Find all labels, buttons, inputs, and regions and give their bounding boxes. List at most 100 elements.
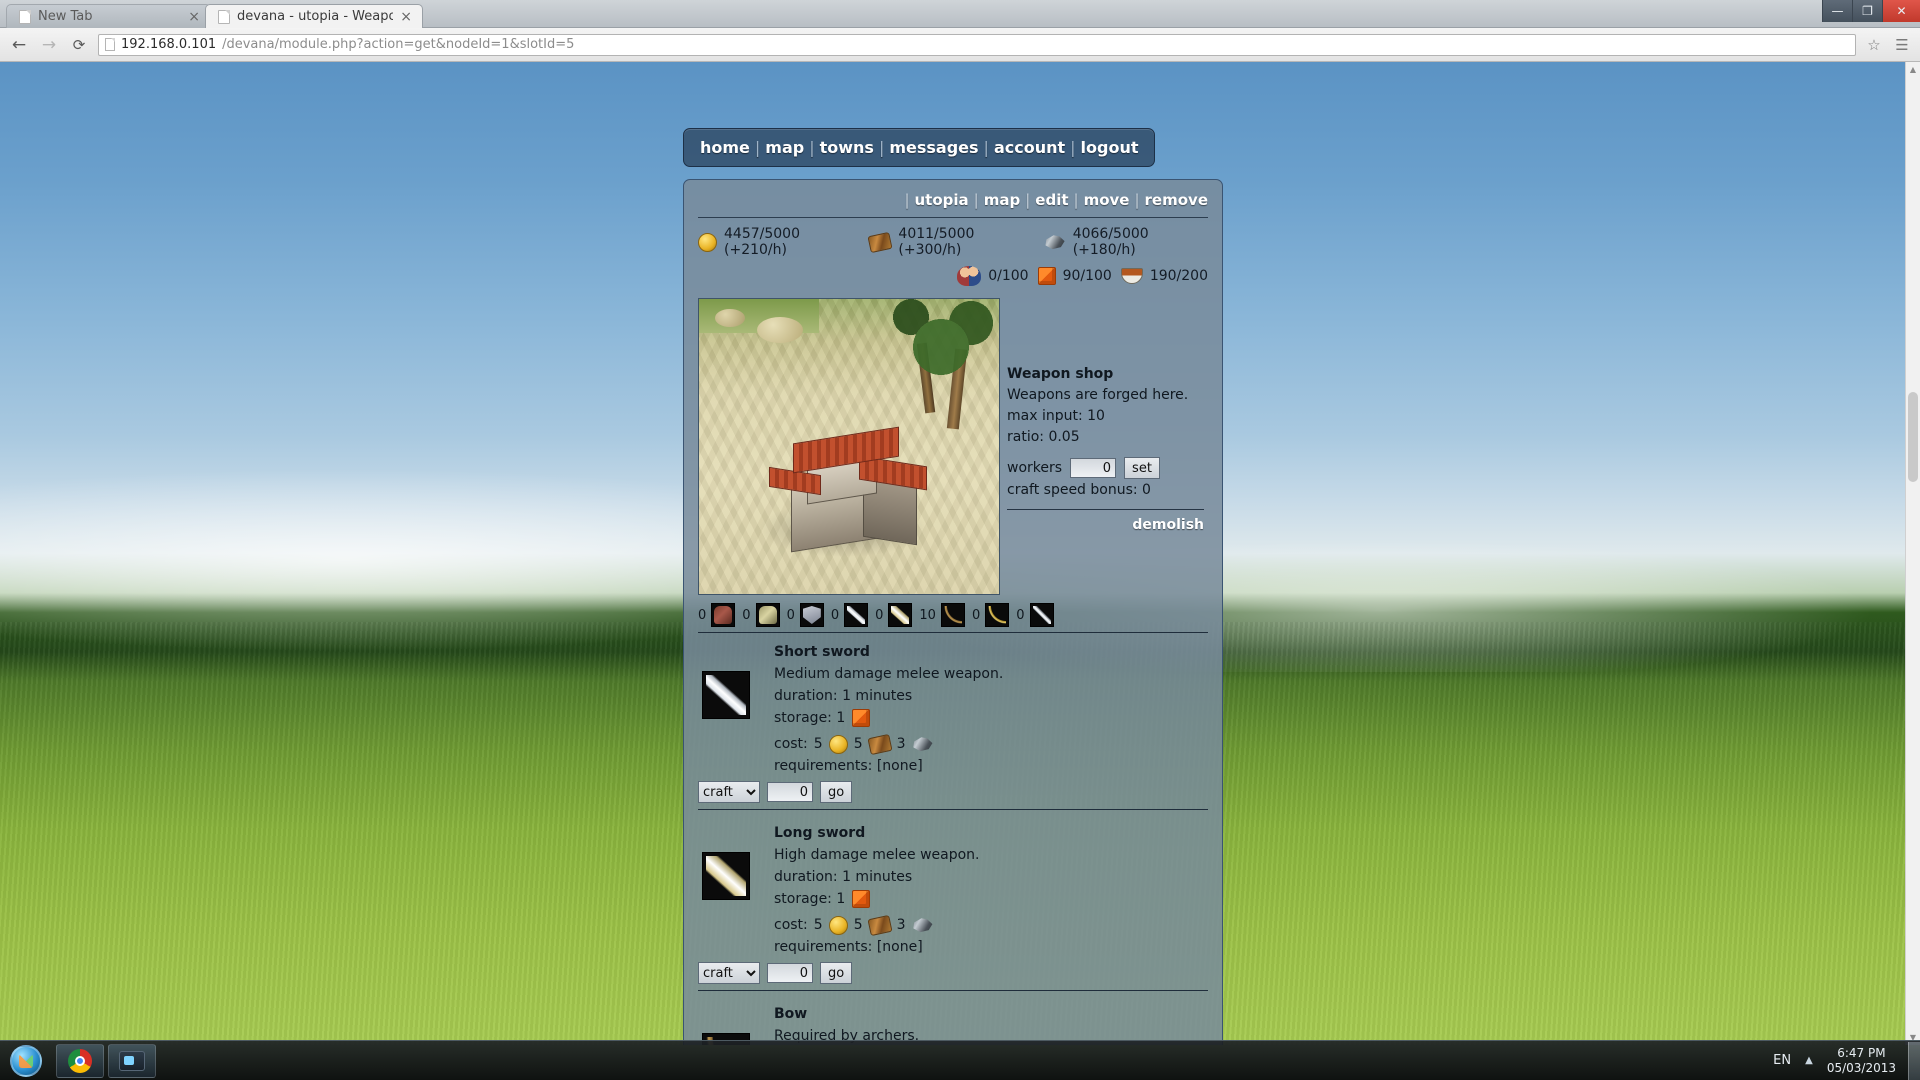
language-indicator[interactable]: EN [1773,1053,1791,1068]
workers-input[interactable] [1070,458,1117,478]
page-scrollbar[interactable]: ▲ ▼ [1905,62,1920,1045]
tab-close-icon[interactable]: × [188,10,200,24]
address-host: 192.168.0.101 [121,37,217,52]
craft-action-select[interactable]: craft [698,962,760,984]
spear-icon[interactable] [1029,603,1054,627]
nav-link-home[interactable]: home [700,138,750,157]
short-sword-icon[interactable] [844,603,869,627]
craft-item-card: Long sword High damage melee weapon. dur… [698,814,1208,995]
item-storage: storage: 1 [774,707,1208,729]
cost-wood-amount: 5 [853,736,863,752]
item-controls: craft go [698,958,1208,984]
short-sword-icon [702,671,750,719]
shield-icon[interactable] [799,603,824,627]
card-divider [698,809,1208,810]
menu-icon[interactable]: ☰ [1892,35,1912,55]
item-duration: duration: 1 minutes [774,869,913,885]
inventory-count: 0 [786,607,795,623]
subnav-link-remove[interactable]: remove [1145,191,1208,209]
inventory-item-bow: 10 [919,603,965,627]
item-cost: cost: 5 5 3 [774,733,1208,755]
address-bar[interactable]: 192.168.0.101/devana/module.php?action=g… [98,33,1856,56]
cost-wood-amount: 5 [853,917,863,933]
inventory-item-spear: 0 [1016,603,1054,627]
vm-icon [119,1050,145,1071]
browser-window: New Tab × devana - utopia - Weapon × — ❐… [0,0,1920,1045]
reload-icon[interactable]: ⟳ [68,34,90,56]
subnav-link-edit[interactable]: edit [1035,191,1068,209]
taskbar-button-vm[interactable] [108,1043,156,1078]
workers-control: workers set [1007,457,1208,479]
nav-link-map[interactable]: map [765,138,804,157]
tab-close-icon[interactable]: × [400,10,412,24]
weapon-shop-building-image [698,298,1000,595]
item-controls: craft go [698,777,1208,803]
building-panel: | utopia | map | edit | move | remove 4457/5000 (… [683,179,1223,1045]
item-duration: duration: 1 minutes [774,688,913,704]
resource-iron: 4066/5000 (+180/h) [1044,226,1208,258]
craft-action-select[interactable]: craft [698,781,760,803]
nav-link-account[interactable]: account [994,138,1065,157]
craft-amount-input[interactable] [767,963,813,983]
item-requirements: requirements: [none] [774,758,923,774]
craft-amount-input[interactable] [767,782,813,802]
start-button[interactable] [0,1042,52,1080]
resource-food: 190/200 [1120,268,1208,284]
tab-strip: New Tab × devana - utopia - Weapon × — ❐… [0,0,1920,28]
item-description: High damage melee weapon. [774,847,980,863]
chain-armor-icon[interactable] [755,603,780,627]
long-sword-icon[interactable] [888,603,913,627]
scrollbar-thumb[interactable] [1908,392,1918,482]
inventory-item-shield: 0 [787,603,824,627]
minimize-button[interactable]: — [1822,0,1852,22]
bow-icon[interactable] [940,603,965,627]
iron-icon [913,737,933,752]
population-icon [957,266,982,286]
clock[interactable]: 6:47 PM 05/03/2013 [1827,1046,1896,1076]
gold-icon [828,734,848,754]
item-name: Long sword [774,825,866,841]
building-info: Weapon shop Weapons are forged here. max… [1000,298,1208,595]
subnav-link-map[interactable]: map [984,191,1021,209]
show-hidden-icons-icon[interactable]: ▲ [1805,1055,1813,1066]
scene-weapon-shop [765,426,937,567]
browser-tab-new-tab[interactable]: New Tab × [6,4,211,28]
subnav-link-move[interactable]: move [1084,191,1130,209]
subnav-separator: | [1073,191,1079,209]
item-thumb-col [698,641,774,777]
panel-body: Weapon shop Weapons are forged here. max… [684,294,1222,1045]
inventory-count: 0 [971,607,981,623]
back-icon[interactable]: ← [8,34,30,56]
leather-armor-icon[interactable] [711,603,736,627]
bookmark-star-icon[interactable]: ☆ [1864,35,1884,55]
building-name: Weapon shop [1007,366,1114,382]
nav-link-logout[interactable]: logout [1081,138,1139,157]
demolish-link[interactable]: demolish [1132,517,1204,533]
nav-link-towns[interactable]: towns [820,138,874,157]
show-desktop-button[interactable] [1908,1041,1920,1080]
browser-tab-devana-utopia-weapon[interactable]: devana - utopia - Weapon × [205,4,423,28]
craft-speed-bonus: craft speed bonus: 0 [1007,482,1151,498]
nav-link-messages[interactable]: messages [889,138,978,157]
tab-favicon-icon [19,9,31,24]
craft-go-button[interactable]: go [820,781,853,803]
close-window-button[interactable]: ✕ [1882,0,1920,22]
item-storage: storage: 1 [774,888,1208,910]
forward-icon[interactable]: → [38,34,60,56]
taskbar-button-chrome[interactable] [56,1043,104,1078]
maximize-button[interactable]: ❐ [1852,0,1882,22]
building-ratio: ratio: 0.05 [1007,429,1080,445]
address-path: /devana/module.php?action=get&nodeId=1&s… [222,37,575,52]
card-divider [698,990,1208,991]
subnav-separator: | [973,191,979,209]
item-cost: cost: 5 5 3 [774,914,1208,936]
resource-bar-primary: 4457/5000 (+210/h) 4011/5000 (+300/h) 40… [684,218,1222,260]
wood-icon [867,231,893,253]
subnav-link-utopia[interactable]: utopia [915,191,969,209]
set-workers-button[interactable]: set [1124,457,1160,479]
gold-bow-icon[interactable] [985,603,1010,627]
craft-go-button[interactable]: go [820,962,853,984]
iron-icon [913,918,933,933]
resource-population: 0/100 [957,266,1029,286]
scroll-up-icon[interactable]: ▲ [1906,62,1920,77]
